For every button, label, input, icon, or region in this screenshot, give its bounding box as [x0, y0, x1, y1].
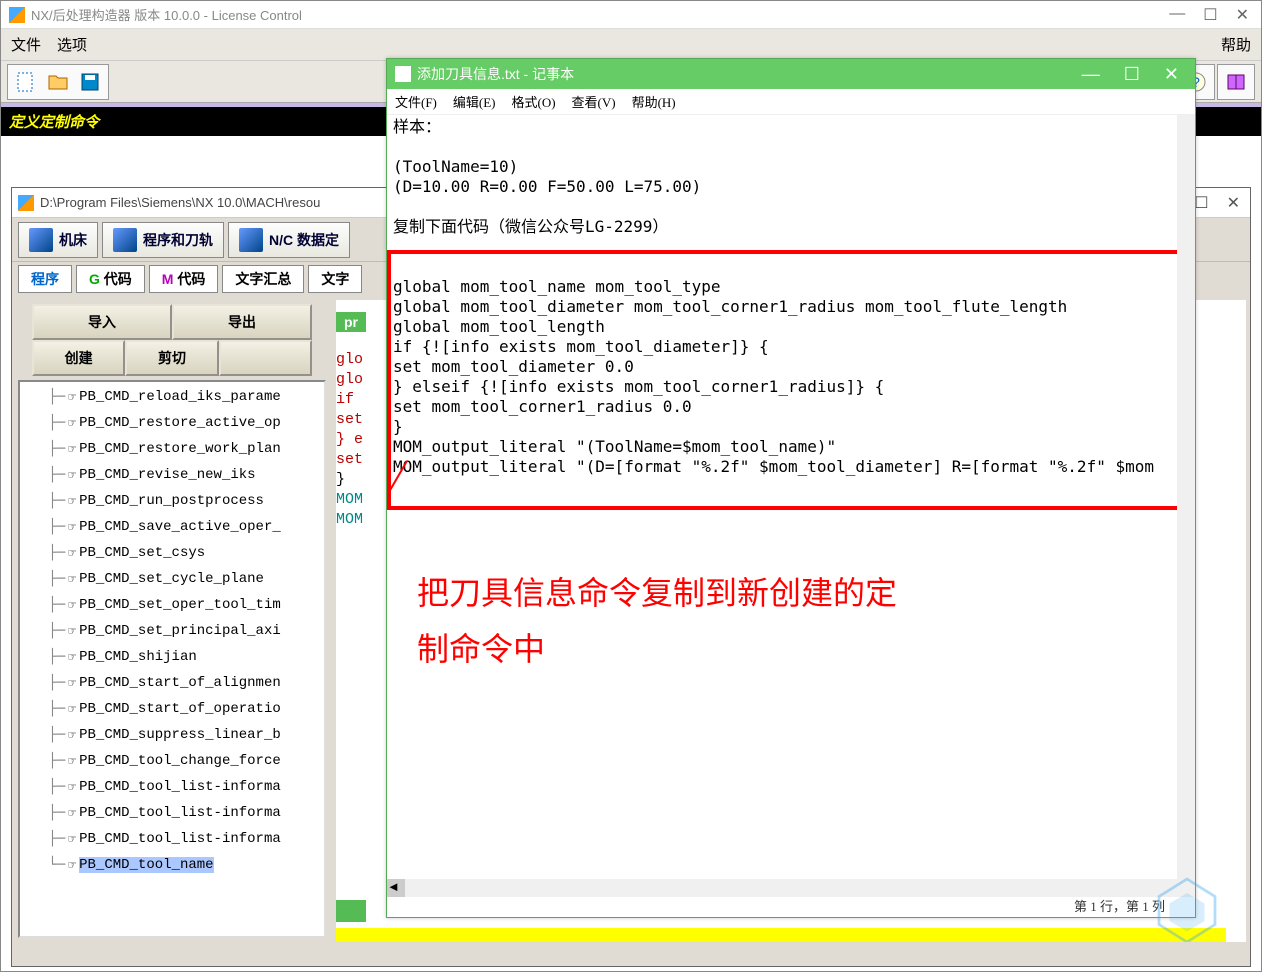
tree-item[interactable]: ├─☞PB_CMD_reload_iks_parame: [20, 384, 324, 410]
tab-gcode[interactable]: G 代码: [76, 265, 145, 293]
nx-title: NX/后处理构造器 版本 10.0.0 - License Control: [31, 5, 1169, 24]
tree-item[interactable]: ├─☞PB_CMD_restore_work_plan: [20, 436, 324, 462]
nx-app-icon: [9, 7, 25, 23]
text-line: 样本：: [393, 117, 1189, 137]
sub-maximize-button[interactable]: ☐: [1194, 193, 1208, 213]
tab-program[interactable]: 程序: [18, 265, 72, 293]
nx-titlebar[interactable]: NX/后处理构造器 版本 10.0.0 - License Control — …: [1, 1, 1261, 29]
tree-item[interactable]: ├─☞PB_CMD_set_oper_tool_tim: [20, 592, 324, 618]
sub-app-icon: [18, 195, 34, 211]
tree-item[interactable]: ├─☞PB_CMD_tool_list-informa: [20, 800, 324, 826]
tab-nc-data[interactable]: N/C 数据定: [228, 222, 350, 258]
notepad-titlebar[interactable]: 添加刀具信息.txt - 记事本 — ☐ ✕: [387, 59, 1195, 89]
tree-item[interactable]: ├─☞PB_CMD_suppress_linear_b: [20, 722, 324, 748]
menu-file[interactable]: 文件: [11, 34, 41, 55]
yellow-band: [336, 928, 1226, 942]
tree-item[interactable]: ├─☞PB_CMD_tool_list-informa: [20, 826, 324, 852]
text-line: (ToolName=10): [393, 157, 1189, 177]
np-menu-help[interactable]: 帮助(H): [632, 92, 676, 111]
red-annotation: 把刀具信息命令复制到新创建的定制命令中: [417, 565, 897, 677]
tab-word-summary[interactable]: 文字汇总: [222, 265, 304, 293]
notepad-menubar: 文件(F) 编辑(E) 格式(O) 查看(V) 帮助(H): [387, 89, 1195, 115]
watermark-logo: [1152, 872, 1222, 942]
left-panel: 导入 导出 创建 剪切 ├─☞PB_CMD_reload_iks_parame …: [12, 296, 332, 946]
tree-item[interactable]: ├─☞PB_CMD_set_cycle_plane: [20, 566, 324, 592]
hscroll-left-button[interactable]: ◄: [387, 879, 405, 897]
tree-item[interactable]: ├─☞PB_CMD_start_of_alignmen: [20, 670, 324, 696]
text-line: 复制下面代码（微信公众号LG-2299）: [393, 217, 1189, 237]
help-book-button[interactable]: [1220, 67, 1252, 97]
tab-machine[interactable]: 机床: [18, 222, 98, 258]
cut-button[interactable]: 剪切: [125, 340, 218, 376]
machine-icon: [29, 228, 53, 252]
ncdata-icon: [239, 228, 263, 252]
tree-item[interactable]: ├─☞PB_CMD_tool_change_force: [20, 748, 324, 774]
save-button[interactable]: [74, 67, 106, 97]
proc-band: pr: [336, 312, 366, 332]
tree-item[interactable]: ├─☞PB_CMD_revise_new_iks: [20, 462, 324, 488]
tree-item[interactable]: └─☞PB_CMD_tool_name: [20, 852, 324, 878]
code-fragment: glogloifset} eset}MOMMOM: [336, 350, 363, 530]
np-menu-file[interactable]: 文件(F): [395, 92, 437, 111]
tree-item[interactable]: ├─☞PB_CMD_tool_list-informa: [20, 774, 324, 800]
tree-item[interactable]: ├─☞PB_CMD_shijian: [20, 644, 324, 670]
tree-item[interactable]: ├─☞PB_CMD_set_csys: [20, 540, 324, 566]
text-line: [393, 137, 1189, 157]
tree-item[interactable]: ├─☞PB_CMD_start_of_operatio: [20, 696, 324, 722]
close-button[interactable]: ✕: [1236, 5, 1249, 25]
nx-menubar: 文件 选项 帮助: [1, 29, 1261, 61]
notepad-title: 添加刀具信息.txt - 记事本: [417, 64, 574, 84]
tree-item[interactable]: ├─☞PB_CMD_save_active_oper_: [20, 514, 324, 540]
notepad-icon: [395, 66, 411, 82]
program-icon: [113, 228, 137, 252]
np-menu-edit[interactable]: 编辑(E): [453, 92, 496, 111]
tab-program-tool[interactable]: 程序和刀轨: [102, 222, 224, 258]
menu-options[interactable]: 选项: [57, 34, 87, 55]
menu-help[interactable]: 帮助: [1221, 34, 1251, 55]
tab-word-seq[interactable]: 文字: [308, 265, 362, 293]
tree-item[interactable]: ├─☞PB_CMD_run_postprocess: [20, 488, 324, 514]
open-button[interactable]: [42, 67, 74, 97]
notepad-maximize-button[interactable]: ☐: [1124, 64, 1140, 85]
notepad-text-area[interactable]: 样本： (ToolName=10)(D=10.00 R=0.00 F=50.00…: [387, 115, 1195, 875]
np-menu-view[interactable]: 查看(V): [572, 92, 616, 111]
import-button[interactable]: 导入: [32, 304, 172, 340]
notepad-hscrollbar[interactable]: ◄: [387, 879, 1177, 897]
end-band: [336, 900, 366, 922]
tab-mcode[interactable]: M 代码: [149, 265, 219, 293]
notepad-window: 添加刀具信息.txt - 记事本 — ☐ ✕ 文件(F) 编辑(E) 格式(O)…: [386, 58, 1196, 918]
sub-close-button[interactable]: ✕: [1227, 193, 1240, 213]
maximize-button[interactable]: ☐: [1203, 5, 1217, 25]
text-line: [393, 197, 1189, 217]
notepad-minimize-button[interactable]: —: [1082, 64, 1100, 85]
notepad-vscrollbar[interactable]: [1177, 115, 1195, 897]
np-menu-format[interactable]: 格式(O): [512, 92, 556, 111]
new-button[interactable]: [10, 67, 42, 97]
command-tree[interactable]: ├─☞PB_CMD_reload_iks_parame ├─☞PB_CMD_re…: [18, 380, 326, 938]
notepad-close-button[interactable]: ✕: [1164, 64, 1179, 85]
minimize-button[interactable]: —: [1169, 5, 1185, 25]
red-highlight-box: [387, 250, 1185, 510]
tree-item[interactable]: ├─☞PB_CMD_set_principal_axi: [20, 618, 324, 644]
export-button[interactable]: 导出: [172, 304, 312, 340]
tree-item[interactable]: ├─☞PB_CMD_restore_active_op: [20, 410, 324, 436]
text-line: (D=10.00 R=0.00 F=50.00 L=75.00): [393, 177, 1189, 197]
create-button[interactable]: 创建: [32, 340, 125, 376]
paste-button[interactable]: [219, 340, 312, 376]
